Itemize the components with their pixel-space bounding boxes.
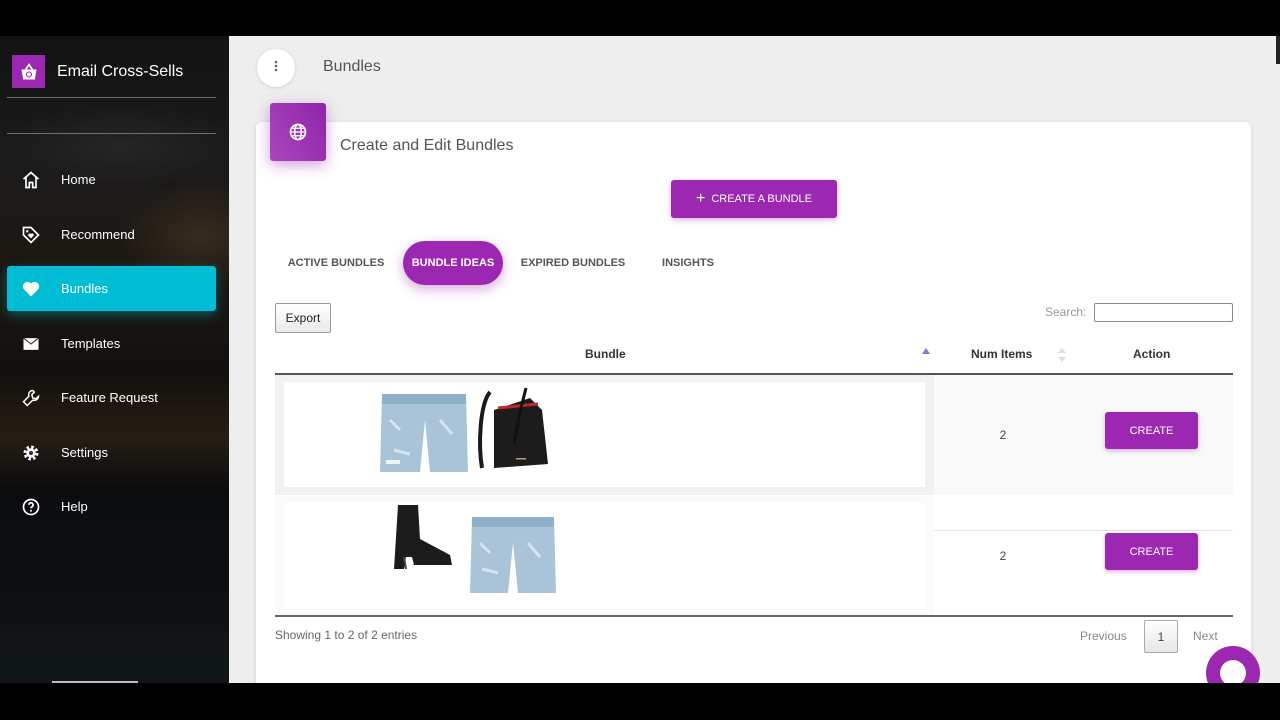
sort-both-icon[interactable] — [1058, 348, 1066, 362]
bundle-images — [284, 503, 925, 608]
envelope-icon — [19, 332, 43, 356]
sidebar-item-label: Bundles — [61, 281, 108, 296]
home-indicator — [52, 681, 138, 683]
sidebar-item-label: Templates — [61, 336, 121, 351]
sidebar-divider — [7, 133, 216, 134]
jeans-image — [470, 517, 556, 593]
column-header-bundle[interactable]: Bundle — [585, 347, 626, 361]
sidebar-item-settings[interactable]: Settings — [7, 430, 216, 475]
pagination-page-1[interactable]: 1 — [1144, 620, 1178, 653]
jeans-image — [380, 394, 468, 472]
home-icon — [19, 168, 43, 192]
search-label: Search: — [1045, 305, 1087, 319]
globe-icon — [270, 103, 326, 161]
scrollbar[interactable] — [1276, 36, 1280, 64]
sidebar-item-label: Home — [61, 172, 96, 187]
sort-ascending-icon[interactable] — [922, 348, 930, 354]
search-input[interactable] — [1094, 303, 1233, 322]
sidebar-item-label: Help — [61, 499, 88, 514]
bucket-bag-image — [478, 387, 548, 469]
table-row: 2 CREATE — [275, 375, 1233, 495]
sidebar-item-label: Settings — [61, 445, 108, 460]
bundle-cell — [275, 496, 934, 616]
bundle-images — [284, 382, 925, 487]
help-circle-icon — [19, 495, 43, 519]
sidebar-item-label: Recommend — [61, 227, 135, 242]
more-vertical-icon — [274, 59, 278, 77]
table-footer-divider — [275, 615, 1233, 617]
num-items-cell: 2 — [999, 428, 1007, 442]
tag-icon — [19, 223, 43, 247]
column-header-action: Action — [1133, 347, 1171, 361]
sidebar-item-recommend[interactable]: Recommend — [7, 212, 216, 257]
sidebar-item-label: Feature Request — [61, 390, 158, 405]
tab-insights[interactable]: INSIGHTS — [652, 241, 724, 285]
app-window: Email Cross-Sells Home Recommend Bundles… — [0, 36, 1280, 683]
sidebar-divider — [7, 97, 216, 98]
create-a-bundle-button[interactable]: + CREATE A BUNDLE — [671, 180, 837, 218]
card-title: Create and Edit Bundles — [340, 137, 514, 154]
page-title: Bundles — [323, 58, 381, 75]
plus-icon: + — [695, 190, 706, 207]
create-bundle-button[interactable]: CREATE — [1105, 412, 1198, 449]
table-row: 2 CREATE — [275, 496, 1233, 616]
sidebar-item-feature-request[interactable]: Feature Request — [7, 375, 216, 420]
tab-active-bundles[interactable]: ACTIVE BUNDLES — [283, 241, 389, 285]
tab-expired-bundles[interactable]: EXPIRED BUNDLES — [517, 241, 629, 285]
create-a-bundle-label: CREATE A BUNDLE — [711, 193, 812, 205]
gear-icon — [19, 441, 43, 465]
num-items-cell: 2 — [999, 549, 1007, 563]
sidebar-item-templates[interactable]: Templates — [7, 321, 216, 366]
pagination-next[interactable]: Next — [1193, 629, 1218, 643]
sidebar-item-home[interactable]: Home — [7, 157, 216, 202]
heart-icon — [19, 277, 43, 301]
sidebar-item-bundles[interactable]: Bundles — [7, 266, 216, 311]
sidebar-item-help[interactable]: Help — [7, 484, 216, 529]
pagination-previous[interactable]: Previous — [1080, 629, 1127, 643]
export-button[interactable]: Export — [275, 303, 331, 333]
shopping-basket-icon — [12, 55, 45, 88]
brand[interactable]: Email Cross-Sells — [12, 55, 183, 88]
tab-bundle-ideas[interactable]: BUNDLE IDEAS — [403, 241, 503, 285]
chat-bubble-icon — [1220, 660, 1246, 683]
sidebar: Email Cross-Sells Home Recommend Bundles… — [0, 36, 229, 683]
ankle-boot-image — [394, 505, 452, 570]
wrench-icon — [19, 386, 43, 410]
menu-toggle-button[interactable] — [257, 49, 295, 87]
table-info: Showing 1 to 2 of 2 entries — [275, 628, 418, 642]
create-bundle-button[interactable]: CREATE — [1105, 533, 1198, 570]
bundle-cell — [275, 375, 934, 495]
app-name: Email Cross-Sells — [57, 62, 184, 80]
column-header-num-items[interactable]: Num Items — [971, 347, 1032, 361]
